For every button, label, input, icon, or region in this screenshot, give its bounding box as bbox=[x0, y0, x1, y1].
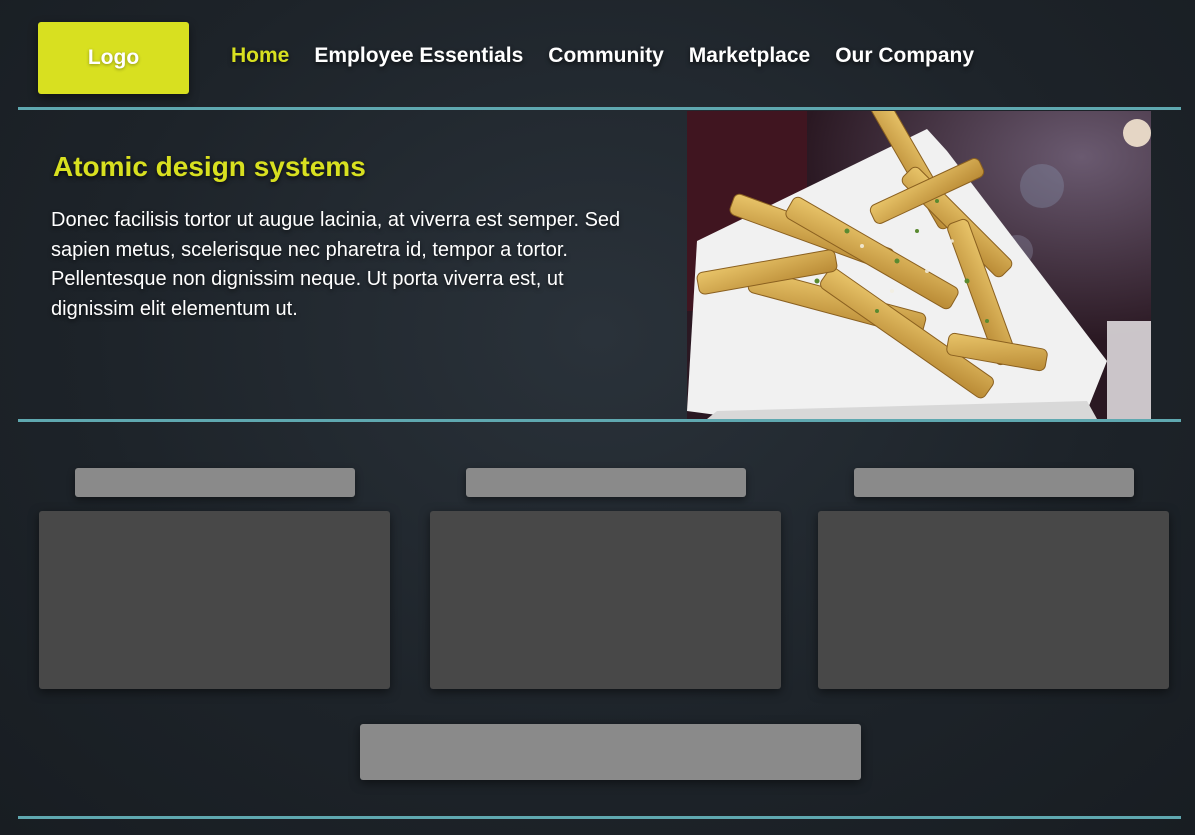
card-placeholder-2[interactable] bbox=[430, 511, 781, 689]
cta-button-placeholder[interactable] bbox=[360, 724, 861, 780]
nav-item-community[interactable]: Community bbox=[548, 44, 664, 68]
card-placeholder-3[interactable] bbox=[818, 511, 1169, 689]
nav-item-marketplace[interactable]: Marketplace bbox=[689, 44, 810, 68]
hero-divider bbox=[18, 419, 1181, 422]
nav-item-our-company[interactable]: Our Company bbox=[835, 44, 974, 68]
card-label-placeholder-3 bbox=[854, 468, 1134, 497]
footer-divider bbox=[18, 816, 1181, 819]
nav-item-home[interactable]: Home bbox=[231, 44, 289, 68]
hero-image-fries bbox=[687, 111, 1151, 419]
logo-label: Logo bbox=[87, 46, 140, 69]
logo[interactable]: Logo bbox=[38, 22, 189, 94]
main-nav: Home Employee Essentials Community Marke… bbox=[231, 44, 974, 68]
nav-item-employee-essentials[interactable]: Employee Essentials bbox=[314, 44, 523, 68]
card-label-placeholder-1 bbox=[75, 468, 355, 497]
hero-title: Atomic design systems bbox=[53, 151, 366, 182]
site-header: Logo Home Employee Essentials Community … bbox=[0, 0, 1195, 108]
header-divider bbox=[18, 107, 1181, 110]
card-label-placeholder-2 bbox=[466, 468, 746, 497]
hero-body: Donec facilisis tortor ut augue lacinia,… bbox=[51, 209, 621, 320]
card-placeholder-1[interactable] bbox=[39, 511, 390, 689]
